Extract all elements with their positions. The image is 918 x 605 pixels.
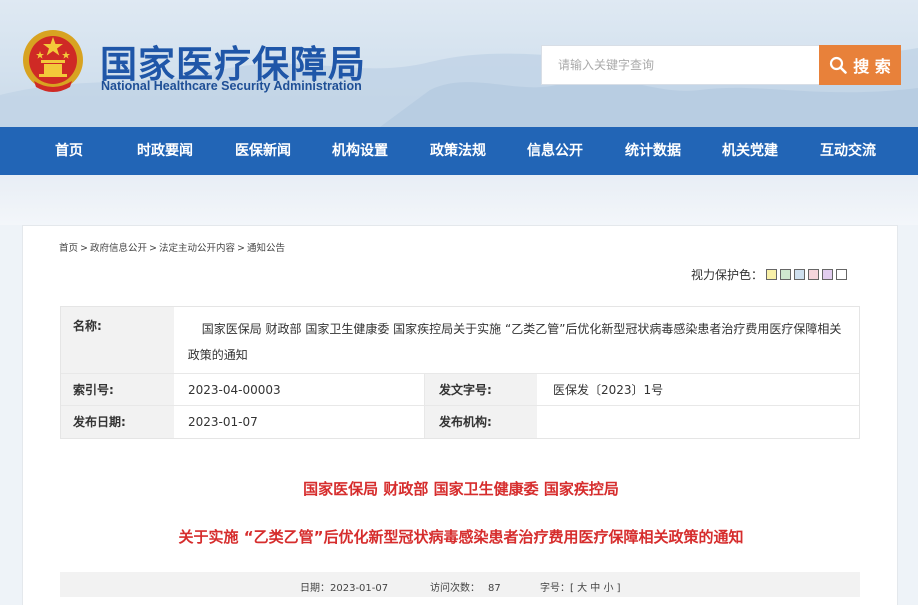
- meta-font-size: 字号：[ 大 中 小 ]: [540, 579, 621, 594]
- document-title: 关于实施 “乙类乙管”后优化新型冠状病毒感染患者治疗费用医疗保障相关政策的通知: [178, 528, 744, 546]
- breadcrumb-notices[interactable]: 通知公告: [247, 243, 285, 254]
- breadcrumb-statutory-content[interactable]: 法定主动公开内容: [159, 243, 235, 254]
- meta-date-value: 2023-01-07: [330, 583, 389, 594]
- font-size-medium-button[interactable]: 中: [590, 583, 600, 594]
- document-title-issuers: 国家医保局 财政部 国家卫生健康委 国家疾控局: [303, 480, 619, 498]
- search-icon: [830, 56, 848, 74]
- nav-item-healthcare-news[interactable]: 医保新闻: [235, 127, 291, 175]
- search-button[interactable]: 搜 索: [819, 45, 901, 85]
- nav-item-policies[interactable]: 政策法规: [430, 127, 486, 175]
- national-emblem-icon: [23, 30, 83, 92]
- index-value: 2023-04-00003: [188, 383, 281, 397]
- info-row-index: 索引号: 2023-04-00003 发文字号: 医保发〔2023〕1号: [61, 374, 859, 406]
- font-bracket-close: ]: [616, 583, 621, 594]
- nav-item-interaction[interactable]: 互动交流: [820, 127, 876, 175]
- doc-number-value: 医保发〔2023〕1号: [553, 383, 664, 397]
- font-size-small-button[interactable]: 小: [603, 583, 613, 594]
- info-row-name: 名称: 国家医保局 财政部 国家卫生健康委 国家疾控局关于实施 “乙类乙管”后优…: [61, 307, 859, 374]
- doc-number-label: 发文字号:: [424, 374, 537, 405]
- breadcrumb-separator: >: [236, 243, 245, 254]
- document-info-table: 名称: 国家医保局 财政部 国家卫生健康委 国家疾控局关于实施 “乙类乙管”后优…: [60, 306, 860, 439]
- name-value: 国家医保局 财政部 国家卫生健康委 国家疾控局关于实施 “乙类乙管”后优化新型冠…: [187, 322, 842, 362]
- main-nav: 首页 时政要闻 医保新闻 机构设置 政策法规 信息公开 统计数据 机关党建 互动…: [0, 127, 918, 175]
- search-input[interactable]: [541, 45, 820, 85]
- meta-date: 日期：2023-01-07: [300, 579, 388, 594]
- info-row-date: 发布日期: 2023-01-07 发布机构:: [61, 406, 859, 438]
- index-label: 索引号:: [61, 374, 174, 405]
- swatch-purple[interactable]: [822, 268, 834, 280]
- font-bracket-open: [: [570, 583, 574, 594]
- name-label: 名称:: [61, 307, 174, 373]
- nav-item-statistics[interactable]: 统计数据: [625, 127, 681, 175]
- font-size-large-button[interactable]: 大: [577, 583, 587, 594]
- publisher-label: 发布机构:: [424, 406, 537, 438]
- breadcrumb-home[interactable]: 首页: [59, 243, 78, 254]
- breadcrumb-info-disclosure[interactable]: 政府信息公开: [90, 243, 147, 254]
- swatch-green[interactable]: [780, 268, 792, 280]
- swatch-white[interactable]: [836, 268, 848, 280]
- nav-item-organization[interactable]: 机构设置: [332, 127, 388, 175]
- nav-item-party-building[interactable]: 机关党建: [722, 127, 778, 175]
- swatch-pink[interactable]: [808, 268, 820, 280]
- eye-care-label: 视力保护色：: [691, 267, 764, 282]
- publisher-value: [537, 406, 859, 438]
- search-button-label: 搜 索: [853, 57, 891, 76]
- document-meta-bar: 日期：2023-01-07 访问次数： 87 字号：[ 大 中 小 ]: [60, 572, 860, 597]
- font-size-label: 字号：: [540, 583, 570, 594]
- publish-date-value: 2023-01-07: [188, 415, 258, 429]
- nav-item-politics-news[interactable]: 时政要闻: [137, 127, 193, 175]
- breadcrumb-separator: >: [149, 243, 157, 254]
- nav-item-home[interactable]: 首页: [55, 127, 83, 175]
- publish-date-label: 发布日期:: [61, 406, 174, 438]
- banner-strip: [0, 175, 918, 225]
- meta-visits-value: 87: [488, 583, 501, 594]
- meta-visits-label: 访问次数：: [430, 583, 480, 594]
- meta-visits: 访问次数： 87: [430, 579, 501, 594]
- eye-care-color-picker: 视力保护色：: [691, 266, 848, 282]
- swatch-yellow[interactable]: [766, 268, 778, 280]
- content-panel: 首页 > 政府信息公开 > 法定主动公开内容 > 通知公告 视力保护色： 名称: 国家医保局…: [22, 225, 898, 605]
- site-header: 国家医疗保障局 National Healthcare Security Adm…: [0, 0, 918, 127]
- site-subtitle: National Healthcare Security Administrat…: [101, 79, 362, 93]
- breadcrumb: 首页 > 政府信息公开 > 法定主动公开内容 > 通知公告: [59, 240, 285, 254]
- breadcrumb-separator: >: [80, 243, 88, 254]
- meta-date-label: 日期：: [300, 583, 330, 594]
- swatch-blue[interactable]: [794, 268, 806, 280]
- nav-item-information[interactable]: 信息公开: [527, 127, 583, 175]
